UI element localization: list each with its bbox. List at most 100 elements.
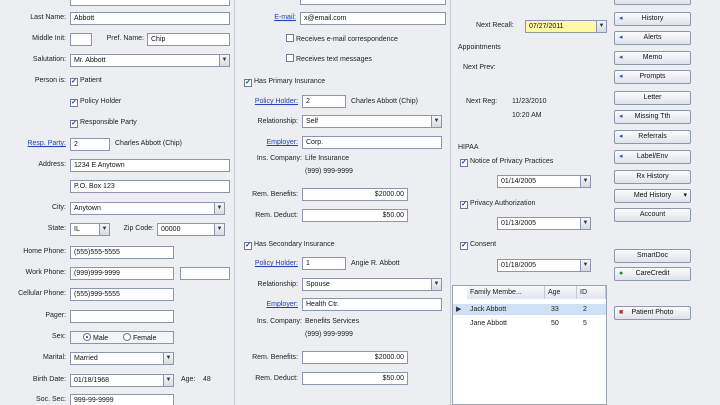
checkbox-checked-icon: ✓ <box>244 242 252 250</box>
home-phone-field[interactable]: (555)555-5555 <box>70 246 174 259</box>
pref-name-field[interactable]: Chip <box>147 33 230 46</box>
primary-employer-link[interactable]: Employer: <box>240 137 298 149</box>
secondary-relationship-select[interactable]: Spouse ▼ <box>302 278 442 291</box>
prompts-button[interactable]: ◂ Prompts <box>614 70 691 84</box>
primary-policy-holder-field[interactable]: 2 <box>302 95 346 108</box>
carecredit-button-label: CareCredit <box>635 270 670 277</box>
secondary-employer-field[interactable]: Health Ctr. <box>302 298 442 311</box>
resp-party-link[interactable]: Resp. Party: <box>2 138 66 150</box>
secondary-rem-benefits-label: Rem. Benefits: <box>252 354 298 361</box>
primary-insurance-checkbox[interactable]: ✓ Has Primary Insurance <box>244 77 325 87</box>
consent-checkbox[interactable]: ✓ Consent <box>460 240 496 250</box>
primary-ins-phone: (999) 999-9999 <box>305 168 353 175</box>
primary-relationship-select[interactable]: Self ▼ <box>302 115 442 128</box>
checkbox-checked-icon: ✓ <box>244 79 252 87</box>
history-button[interactable]: ◂ History <box>614 12 691 26</box>
middle-top-field[interactable] <box>300 0 446 5</box>
dropdown-arrow-icon[interactable]: ▼ <box>580 260 590 271</box>
privacy-auth-checkbox[interactable]: ✓ Privacy Authorization <box>460 199 535 209</box>
email-field[interactable]: x@email.com <box>300 12 446 25</box>
patient-photo-button[interactable]: ■ Patient Photo <box>614 306 691 320</box>
work-phone-field[interactable]: (999)999-9999 <box>70 267 174 280</box>
last-name-label: Last Name: <box>30 14 66 21</box>
secondary-rem-benefits-field[interactable]: $2000.00 <box>302 351 408 364</box>
salutation-label: Salutation: <box>32 56 66 63</box>
dropdown-arrow-icon[interactable]: ▼ <box>163 353 173 364</box>
primary-rem-benefits-field[interactable]: $2000.00 <box>302 188 408 201</box>
carecredit-button[interactable]: ● CareCredit <box>614 267 691 281</box>
appointments-label: Appointments <box>458 44 501 51</box>
address-line1-field[interactable]: 1234 E Anytown <box>70 159 230 172</box>
top-button[interactable] <box>614 0 691 5</box>
resp-party-number-field[interactable]: 2 <box>70 138 110 151</box>
secondary-rem-deduct-field[interactable]: $50.00 <box>302 372 408 385</box>
memo-button[interactable]: ◂ Memo <box>614 51 691 65</box>
consent-label: Consent <box>470 241 497 248</box>
email-link[interactable]: E-mail: <box>240 12 296 24</box>
policy-holder-checkbox[interactable]: ✓ Policy Holder <box>70 97 121 107</box>
rx-history-button[interactable]: Rx History <box>614 170 691 184</box>
dropdown-arrow-icon[interactable]: ▼ <box>580 176 590 187</box>
secondary-policy-holder-field[interactable]: 1 <box>302 257 346 270</box>
middle-init-field[interactable] <box>70 33 92 46</box>
dropdown-arrow-icon[interactable]: ▼ <box>214 224 224 235</box>
cellular-phone-field[interactable]: (555)999-5555 <box>70 288 174 301</box>
secondary-policy-holder-link[interactable]: Policy Holder: <box>240 258 298 270</box>
primary-rem-deduct-field[interactable]: $50.00 <box>302 209 408 222</box>
family-header-id[interactable]: ID <box>577 286 606 299</box>
family-header-age[interactable]: Age <box>545 286 577 299</box>
first-name-field[interactable] <box>70 0 230 6</box>
marital-select[interactable]: Married ▼ <box>70 352 174 365</box>
notice-privacy-checkbox[interactable]: ✓ Notice of Privacy Practices <box>460 157 553 167</box>
notice-privacy-date-select[interactable]: 01/14/2005 ▼ <box>497 175 591 188</box>
state-select[interactable]: IL ▼ <box>70 223 110 236</box>
secondary-rem-deduct-value: $50.00 <box>382 375 404 382</box>
next-recall-label: Next Recall: <box>476 22 514 29</box>
primary-employer-field[interactable]: Corp. <box>302 136 442 149</box>
table-row[interactable]: ▶ Jack Abbott 33 2 <box>453 304 606 315</box>
account-button-label: Account <box>639 211 666 218</box>
salutation-select[interactable]: Mr. Abbott ▼ <box>70 54 230 67</box>
privacy-auth-date-select[interactable]: 01/13/2005 ▼ <box>497 217 591 230</box>
table-row[interactable]: Jane Abbott 50 5 <box>453 318 606 329</box>
referrals-button-label: Referrals <box>638 133 667 140</box>
smartdoc-button[interactable]: SmartDoc <box>614 249 691 263</box>
dropdown-arrow-icon[interactable]: ▼ <box>219 55 229 66</box>
primary-policy-holder-link[interactable]: Policy Holder: <box>240 96 298 108</box>
label-env-button[interactable]: ◂ Label/Env <box>614 150 691 164</box>
address-line2-field[interactable]: P.O. Box 123 <box>70 180 230 193</box>
dropdown-arrow-icon[interactable]: ▼ <box>431 279 441 290</box>
account-button[interactable]: Account <box>614 208 691 222</box>
receives-text-checkbox[interactable]: Receives text messages <box>286 54 372 65</box>
dropdown-arrow-icon[interactable]: ▼ <box>580 218 590 229</box>
sex-female-radio[interactable]: Female <box>123 333 156 343</box>
dropdown-arrow-icon[interactable]: ▼ <box>99 224 109 235</box>
pager-field[interactable] <box>70 310 174 323</box>
letter-button[interactable]: Letter <box>614 91 691 105</box>
responsible-party-checkbox[interactable]: ✓ Responsible Party <box>70 118 137 128</box>
last-name-field[interactable]: Abbott <box>70 12 230 25</box>
secondary-insurance-checkbox[interactable]: ✓ Has Secondary Insurance <box>244 240 335 250</box>
alerts-button[interactable]: ◂ Alerts <box>614 31 691 45</box>
dropdown-arrow-icon[interactable]: ▼ <box>596 21 606 32</box>
checkbox-checked-icon: ✓ <box>460 242 468 250</box>
med-history-button[interactable]: Med History ▾ <box>614 189 691 203</box>
sex-male-radio[interactable]: Male <box>83 333 108 343</box>
zip-code-select[interactable]: 00000 ▼ <box>157 223 225 236</box>
work-phone-ext-field[interactable] <box>180 267 230 280</box>
next-recall-select[interactable]: 07/27/2011 ▼ <box>525 20 607 33</box>
secondary-employer-link[interactable]: Employer: <box>240 299 298 311</box>
city-select[interactable]: Anytown ▼ <box>70 202 225 215</box>
dropdown-arrow-icon[interactable]: ▼ <box>431 116 441 127</box>
family-members-grid[interactable]: Family Membe... Age ID ▶ Jack Abbott 33 … <box>452 285 607 405</box>
family-header-name[interactable]: Family Membe... <box>467 286 545 299</box>
soc-sec-field[interactable]: 999-99-9999 <box>70 394 174 405</box>
missing-tth-button[interactable]: ◂ Missing Tth <box>614 110 691 124</box>
consent-date-select[interactable]: 01/18/2005 ▼ <box>497 259 591 272</box>
dropdown-arrow-icon[interactable]: ▼ <box>214 203 224 214</box>
dropdown-arrow-icon[interactable]: ▼ <box>163 375 173 386</box>
patient-checkbox[interactable]: ✓ Patient <box>70 76 102 86</box>
receives-email-checkbox[interactable]: Receives e-mail correspondence <box>286 34 398 45</box>
birth-date-select[interactable]: 01/18/1968 ▼ <box>70 374 174 387</box>
referrals-button[interactable]: ◂ Referrals <box>614 130 691 144</box>
